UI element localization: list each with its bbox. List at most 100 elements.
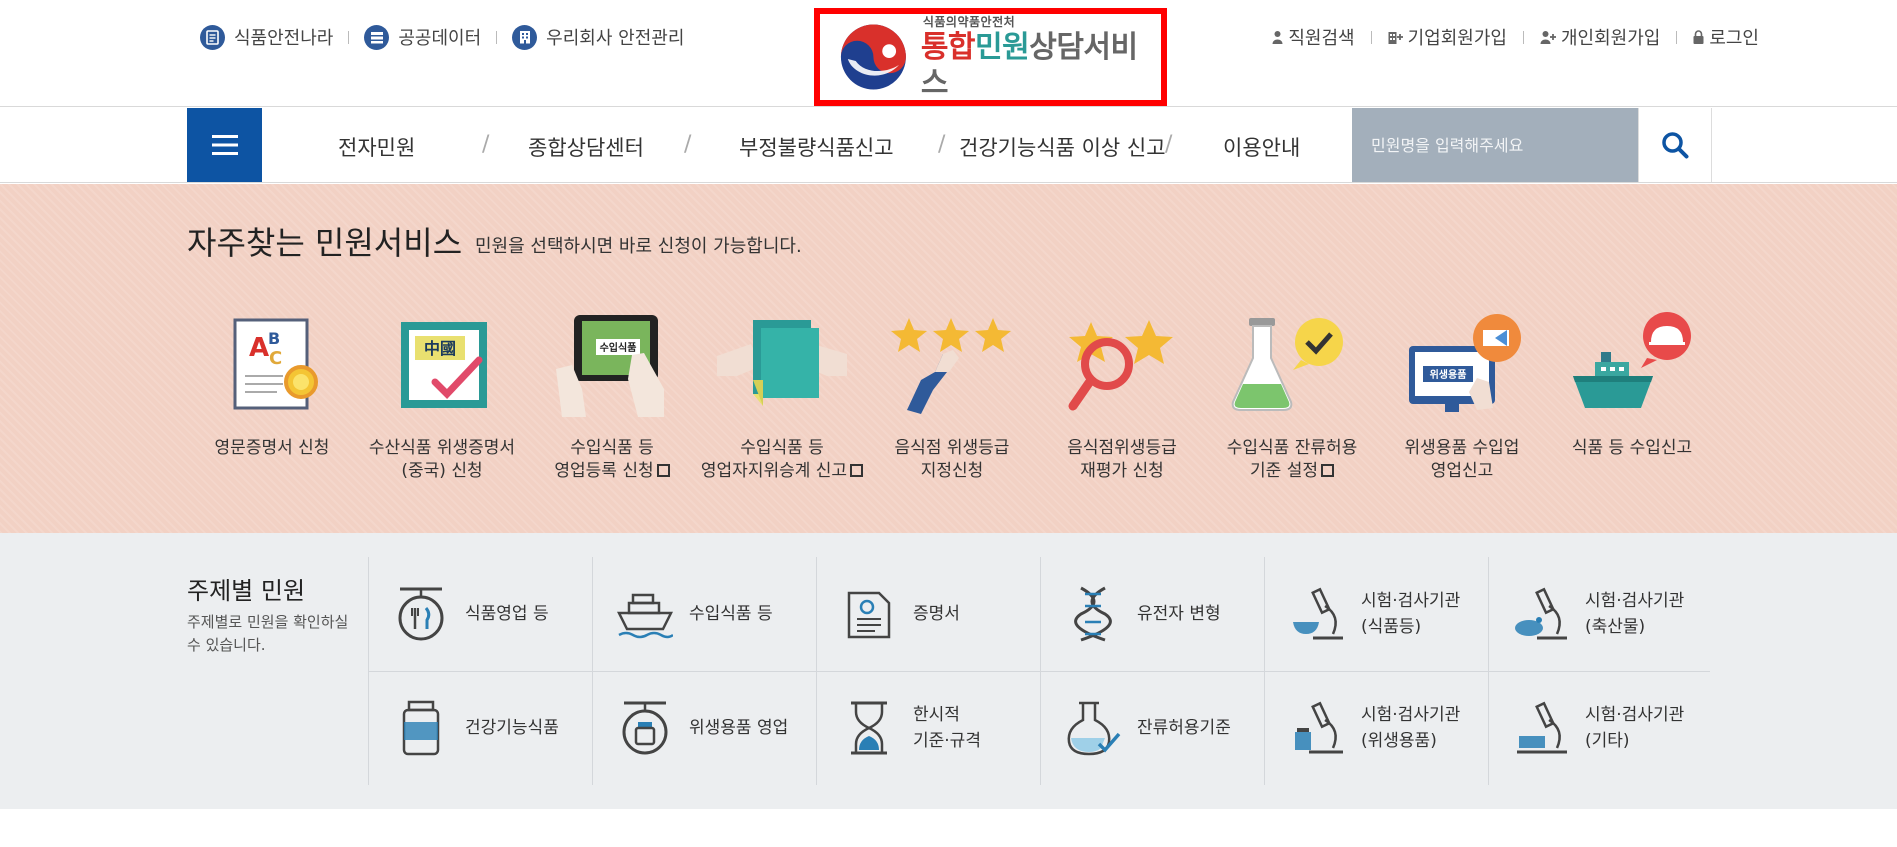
topic-label-line1: 식품영업 등 [465,604,549,624]
logo-text: 식품의약품안전처 통합민원상담서비스 [921,13,1161,102]
topic-label-line2: (축산물) [1585,617,1646,637]
taegeuk-logo-icon [840,24,906,90]
service-label-line1: 식품 등 수입신고 [1571,438,1693,458]
topic-label-line2: (위생용품) [1361,731,1437,751]
service-label-line1: 음식점 위생등급 [894,438,1010,458]
microscope-bowl-icon [1289,586,1345,642]
nav-item-health-food-report[interactable]: 건강기능식품 이상 신고 [959,132,1166,162]
company-add-icon [1388,30,1403,44]
topic-label-line1: 한시적 [913,705,960,725]
service-import-residue-standard[interactable]: 수입식품 잔류허용 기준 설정 [1207,309,1377,483]
service-hygiene-import-business[interactable]: 위생용품 위생용품 수입업 영업신고 [1377,309,1547,483]
service-english-certificate[interactable]: ABC 영문증명서 신청 [187,309,357,460]
food-safety-korea-label: 식품안전나라 [234,28,334,49]
topic-label: 시험·검사기관 (위생용품) [1361,702,1460,754]
logo-word-integrated: 통합 [920,29,976,65]
topic-hygiene-business[interactable]: 위생용품 영업 [592,671,816,785]
corporate-signup-label: 기업회원가입 [1407,28,1507,49]
staff-search-link[interactable]: 직원검색 [1272,24,1355,50]
external-link-icon [850,464,864,477]
service-label-line1: 수산식품 위생증명서 [368,438,516,458]
divider [496,30,498,44]
search-button[interactable] [1638,108,1712,182]
service-import-business-registration[interactable]: 수입식품 수입식품 등 영업등록 신청 [527,309,697,483]
logo-ministry-name: 식품의약품안전처 [922,14,1016,29]
service-label-line1: 수입식품 등 [740,438,824,458]
frequent-services-section: 자주찾는 민원서비스 민원을 선택하시면 바로 신청이 가능합니다. ABC 영… [0,184,1897,533]
tablet-import-icon: 수입식품 [547,309,677,419]
company-safety-link[interactable]: 우리회사 안전관리 [512,24,684,50]
all-menu-button[interactable] [187,108,262,182]
service-label-line2: 재평가 신청 [1080,461,1164,481]
topic-residue-standard[interactable]: 잔류허용기준 [1040,671,1264,785]
topic-label: 수입식품 등 [689,601,773,627]
service-label-line2-wrap: 영업자지위승계 신고 [697,460,867,483]
utility-links-left: 식품안전나라 공공데이터 우리회사 안전관리 [200,24,684,50]
company-safety-label: 우리회사 안전관리 [546,28,685,49]
microscope-chicken-icon [1513,586,1569,642]
topic-testing-lab-hygiene[interactable]: 시험·검사기관 (위생용품) [1264,671,1488,785]
external-link-icon [656,464,670,477]
personal-signup-link[interactable]: 개인회원가입 [1540,24,1660,50]
search-icon [1662,132,1689,159]
topic-food-business[interactable]: 식품영업 등 [368,557,592,671]
service-label: 음식점 위생등급 지정신청 [867,437,1037,483]
food-safety-korea-link[interactable]: 식품안전나라 [200,24,333,50]
topic-testing-lab-food[interactable]: 시험·검사기관 (식품등) [1264,557,1488,671]
service-restaurant-hygiene-designation[interactable]: 음식점 위생등급 지정신청 [867,309,1037,483]
topic-testing-lab-livestock[interactable]: 시험·검사기관 (축산물) [1488,557,1712,671]
svg-text:A: A [249,333,269,363]
nav-item-usage-guide[interactable]: 이용안내 [1223,132,1300,162]
person-icon [1272,30,1283,44]
public-data-link[interactable]: 공공데이터 [364,24,481,50]
service-china-fishery-certificate[interactable]: 中國 수산식품 위생증명서 (중국) 신청 [357,309,527,483]
topic-gmo[interactable]: 유전자 변형 [1040,557,1264,671]
login-link[interactable]: 로그인 [1693,24,1759,50]
service-label-line2: (중국) 신청 [401,461,483,481]
hamburger-menu-icon [211,135,238,155]
personal-signup-label: 개인회원가입 [1560,28,1661,49]
magnifier-star-icon [1057,309,1187,419]
topic-label-line1: 시험·검사기관 [1361,705,1461,725]
topic-imported-food[interactable]: 수입식품 등 [592,557,816,671]
service-label-line2: 영업자지위승계 신고 [700,461,848,481]
topic-label: 식품영업 등 [465,601,549,627]
nav-item-bad-food-report[interactable]: 부정불량식품신고 [739,132,894,162]
topic-health-functional-food[interactable]: 건강기능식품 [368,671,592,785]
frequent-services-title: 자주찾는 민원서비스 [187,224,463,262]
hand-stars-icon [887,309,1017,419]
topic-certificate[interactable]: 증명서 [816,557,1040,671]
topic-label-line1: 잔류허용기준 [1137,718,1231,738]
topic-temporary-standard[interactable]: 한시적기준·규격 [816,671,1040,785]
service-label: 수입식품 등영업자지위승계 신고 [697,437,867,483]
nav-item-consult-center[interactable]: 종합상담센터 [528,132,644,162]
service-import-status-succession[interactable]: 수입식품 등영업자지위승계 신고 [697,309,867,483]
service-label: 식품 등 수입신고 [1547,437,1717,460]
topic-label-line1: 증명서 [913,604,960,624]
topic-label-line1: 시험·검사기관 [1585,591,1685,611]
topic-testing-lab-other[interactable]: 시험·검사기관 (기타) [1488,671,1712,785]
divider [1522,30,1524,44]
site-logo[interactable]: 식품의약품안전처 통합민원상담서비스 [814,8,1167,106]
svg-text:B: B [268,329,280,348]
china-stamp-text: 中國 [424,339,456,358]
topic-label-line2: 기준·규격 [913,731,981,751]
restaurant-sign-icon [393,586,449,642]
corporate-signup-link[interactable]: 기업회원가입 [1388,24,1507,50]
topic-label: 잔류허용기준 [1137,715,1231,741]
flask-check-outline-icon [1065,700,1121,756]
service-label-line2-wrap: 기준 설정 [1207,460,1377,483]
topic-label: 건강기능식품 [465,715,559,741]
monitor-hygiene-icon: 위생용품 [1397,309,1527,419]
service-restaurant-hygiene-reevaluation[interactable]: 음식점위생등급 재평가 신청 [1037,309,1207,483]
document-handover-icon [717,309,847,419]
flask-check-icon [1227,309,1357,419]
nav-separator: / [684,132,692,157]
nav-item-e-civil[interactable]: 전자민원 [338,132,415,162]
service-food-import-declaration[interactable]: 식품 등 수입신고 [1547,309,1717,460]
civil-search-input[interactable] [1352,108,1638,182]
nav-menu: 전자민원 / 종합상담센터 / 부정불량식품신고 / 건강기능식품 이상 신고 … [262,108,1352,182]
topic-label: 시험·검사기관 (축산물) [1585,588,1684,640]
service-label-line1: 수입식품 잔류허용 [1226,438,1358,458]
topic-label: 시험·검사기관 (기타) [1585,702,1684,754]
